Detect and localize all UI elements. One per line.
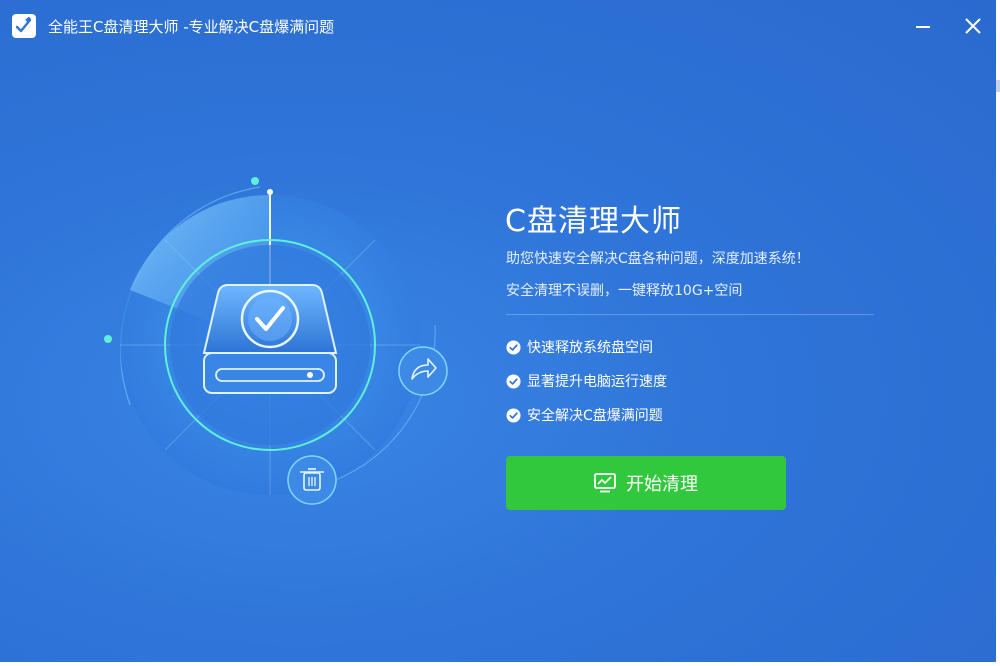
divider: [506, 314, 874, 315]
background-bottom-edge: [0, 662, 996, 666]
hard-drive-icon: [202, 284, 338, 394]
start-cleanup-button[interactable]: 开始清理: [506, 456, 786, 510]
page-title: C盘清理大师: [505, 204, 682, 239]
feature-item: 快速释放系统盘空间: [506, 337, 653, 357]
minimize-icon: [916, 26, 930, 28]
feature-label: 快速释放系统盘空间: [527, 340, 653, 356]
monitor-chart-icon: [594, 473, 616, 493]
feature-item: 安全解决C盘爆满问题: [506, 405, 663, 425]
check-circle-icon: [506, 339, 521, 355]
window-title: 全能王C盘清理大师 -专业解决C盘爆满问题: [48, 18, 335, 36]
description-line-2: 安全清理不误删，一键释放10G+空间: [506, 283, 743, 299]
broom-check-icon: [12, 14, 36, 38]
minimize-button[interactable]: [908, 12, 938, 40]
background-edge-mark: [996, 80, 1000, 92]
check-circle-icon: [506, 407, 521, 423]
close-icon: [965, 18, 981, 34]
description-line-1: 助您快速安全解决C盘各种问题，深度加速系统！: [506, 251, 810, 267]
background-edge: [996, 0, 1000, 666]
feature-item: 显著提升电脑运行速度: [506, 371, 667, 391]
trash-icon: [287, 455, 337, 505]
feature-label: 安全解决C盘爆满问题: [527, 408, 663, 424]
disk-cleanup-illustration: [104, 177, 448, 505]
feature-label: 显著提升电脑运行速度: [527, 374, 667, 390]
app-window: 全能王C盘清理大师 -专业解决C盘爆满问题 C盘清理大师 助您快速安全解决C盘各…: [0, 0, 996, 666]
check-circle-icon: [506, 373, 521, 389]
close-button[interactable]: [958, 12, 988, 40]
share-icon: [398, 346, 448, 396]
start-button-label: 开始清理: [626, 474, 698, 495]
title-bar[interactable]: 全能王C盘清理大师 -专业解决C盘爆满问题: [0, 0, 996, 52]
